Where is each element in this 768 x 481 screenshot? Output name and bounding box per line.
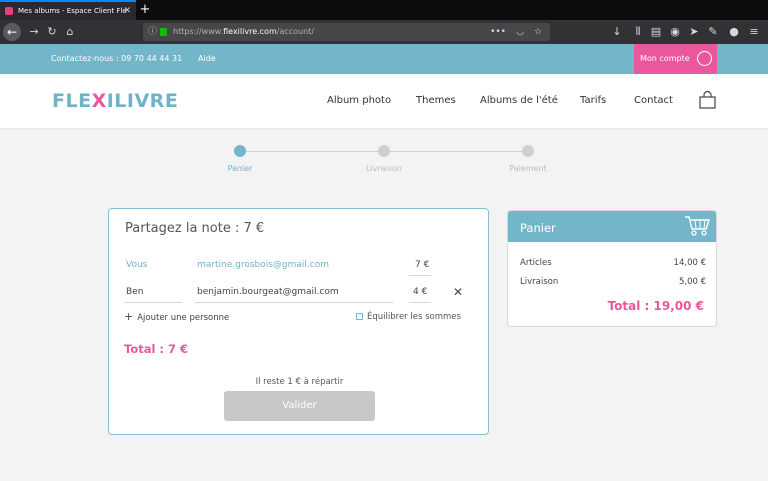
url-path: /account/ [276, 27, 315, 36]
amount-underline [409, 275, 431, 276]
step-label-panier: Panier [227, 164, 253, 173]
user-icon [697, 51, 712, 66]
step-label-paiement: Paiement [509, 164, 547, 173]
logo-part-x: X [91, 90, 107, 112]
step-dot-paiement [522, 145, 534, 157]
help-link[interactable]: Aide [198, 44, 216, 74]
step-dot-panier [234, 145, 246, 157]
shipping-value: 5,00 € [678, 277, 706, 287]
shopping-cart-icon [685, 216, 711, 236]
participant-name-input[interactable]: Ben [126, 287, 143, 297]
extension-pen-icon[interactable]: ✎ [705, 24, 721, 40]
browser-tab[interactable]: Mes albums - Espace Client Fle ✕ [0, 0, 136, 20]
logo-part-2: ILIVRE [106, 90, 179, 112]
forward-arrow-icon[interactable]: → [26, 24, 42, 40]
url-bar[interactable]: ⓘ https://www.flexilivre.com/account/ ••… [143, 23, 550, 41]
browser-nav-bar: ← → ↻ ⌂ ⓘ https://www.flexilivre.com/acc… [0, 20, 768, 44]
site-header: FLEXILIVRE Album photo Themes Albums de … [0, 74, 768, 128]
flexilivre-logo[interactable]: FLEXILIVRE [52, 89, 178, 113]
split-total: Total : 7 € [124, 342, 189, 356]
site-top-bar: Contactez-nous : 09 70 44 44 31 Aide Mon… [0, 44, 768, 74]
tab-title: Mes albums - Espace Client Fle [18, 7, 127, 15]
step-dot-livraison [378, 145, 390, 157]
cart-summary-header: Panier [508, 211, 716, 242]
account-circle-icon[interactable]: ● [726, 24, 742, 40]
logo-part-1: FLE [52, 90, 92, 112]
extension-color-icon[interactable]: ◉ [667, 24, 683, 40]
remove-participant-icon[interactable]: ✕ [453, 285, 463, 299]
checkbox-icon [356, 313, 363, 320]
url-domain: flexilivre.com [223, 27, 277, 36]
tab-close-icon[interactable]: ✕ [123, 2, 131, 20]
add-person-label: Ajouter une personne [137, 313, 230, 323]
contact-phone-link[interactable]: Contactez-nous : 09 70 44 44 31 [51, 44, 182, 74]
articles-value: 14,00 € [673, 258, 706, 268]
participant-amount-self[interactable]: 7 € [415, 260, 429, 270]
equalize-label: Équilibrer les sommes [367, 312, 461, 322]
nav-contact[interactable]: Contact [634, 74, 673, 128]
back-arrow-icon[interactable]: ← [3, 23, 21, 41]
participant-email-input[interactable]: benjamin.bourgeat@gmail.com [197, 287, 339, 297]
cart-row-shipping: Livraison 5,00 € [520, 277, 706, 287]
account-button[interactable]: Mon compte [634, 44, 717, 74]
cart-row-articles: Articles 14,00 € [520, 258, 706, 268]
cart-summary-title: Panier [520, 221, 556, 235]
extension-cursor-icon[interactable]: ➤ [686, 24, 702, 40]
bookmark-star-icon[interactable]: ☆ [534, 23, 542, 41]
step-label-livraison: Livraison [366, 164, 402, 173]
email-underline [195, 302, 393, 303]
cart-summary-card: Panier Articles 14,00 € Livraison 5,00 €… [507, 210, 717, 327]
pocket-icon[interactable]: ◡ [516, 23, 524, 41]
new-tab-button[interactable]: + [138, 0, 152, 20]
menu-hamburger-icon[interactable]: ≡ [746, 24, 762, 40]
plus-icon: + [124, 310, 134, 323]
cart-total: Total : 19,00 € [607, 299, 704, 313]
shipping-label: Livraison [520, 277, 559, 287]
home-icon[interactable]: ⌂ [62, 24, 78, 40]
lock-icon [160, 28, 167, 36]
nav-album-photo[interactable]: Album photo [327, 74, 391, 128]
split-bill-card: Partagez la note : 7 € Vous martine.gros… [108, 208, 489, 435]
shopping-bag-icon[interactable] [699, 91, 716, 109]
library-icon[interactable]: ⫴ [630, 24, 646, 40]
site-favicon-icon [5, 7, 13, 15]
account-button-label: Mon compte [640, 54, 690, 63]
remaining-amount-text: Il reste 1 € à répartir [255, 377, 344, 387]
equalize-checkbox[interactable]: Équilibrer les sommes [356, 312, 461, 322]
info-icon[interactable]: ⓘ [148, 23, 157, 41]
reload-icon[interactable]: ↻ [44, 24, 60, 40]
articles-label: Articles [520, 258, 552, 268]
nav-themes[interactable]: Themes [416, 74, 456, 128]
amount-underline [409, 302, 431, 303]
nav-tarifs[interactable]: Tarifs [580, 74, 606, 128]
browser-tab-bar: Mes albums - Espace Client Fle ✕ + [0, 0, 768, 20]
page-actions-icon[interactable]: ••• [490, 23, 506, 41]
download-icon[interactable]: ↓ [609, 24, 625, 40]
split-title: Partagez la note : 7 € [125, 221, 265, 236]
nav-albums-ete[interactable]: Albums de l'été [480, 74, 558, 128]
participant-amount-input[interactable]: 4 € [413, 287, 427, 297]
url-prefix: https://www. [173, 27, 224, 36]
add-person-button[interactable]: + Ajouter une personne [124, 310, 229, 323]
name-underline [124, 302, 182, 303]
participant-email-self: martine.grosbois@gmail.com [197, 260, 330, 270]
validate-button[interactable]: Valider [224, 391, 375, 421]
participant-name-self: Vous [126, 260, 148, 270]
sidebar-icon[interactable]: ▤ [648, 24, 664, 40]
